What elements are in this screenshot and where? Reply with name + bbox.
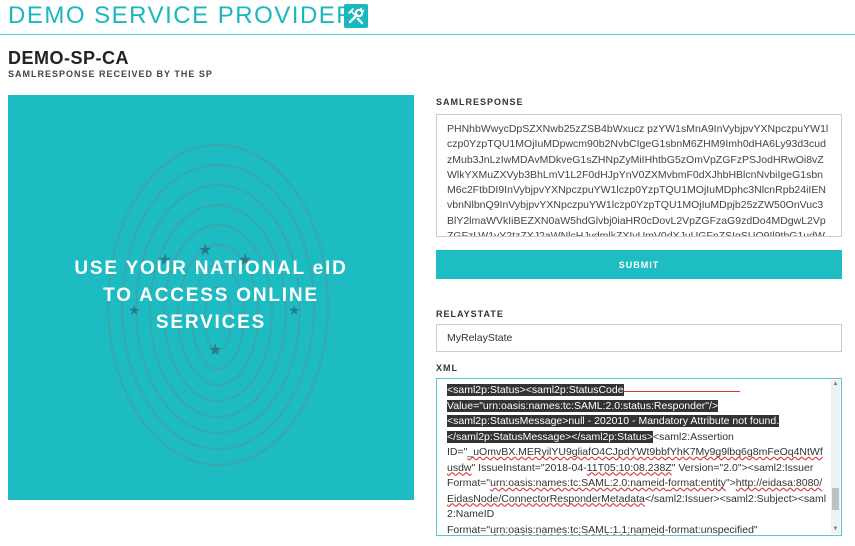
xml-scrollbar[interactable]: ▲ ▼ <box>831 380 840 534</box>
scroll-up-icon[interactable]: ▲ <box>831 380 840 389</box>
xml-selected-line-2: Value="urn:oasis:names:tc:SAML:2.0:statu… <box>447 399 719 412</box>
xml-format-value: urn:oasis:names:tc:SAML:2.0:nameid- <box>490 477 669 489</box>
samlresponse-value: PHNhbWwycDpSZXNwb25zZSB4bWxucz pzYW1sMnA… <box>447 123 829 237</box>
xml-label: XML <box>436 363 458 373</box>
xml-textarea[interactable]: <saml2p:Status><saml2p:StatusCode Value=… <box>436 378 842 536</box>
xml-selected-line-3: <saml2p:StatusMessage>null - 202010 - Ma… <box>447 415 780 427</box>
relaystate-value: MyRelayState <box>447 332 513 344</box>
scroll-down-icon[interactable]: ▼ <box>831 525 840 534</box>
xml-selected-line-1: <saml2p:Status><saml2p:StatusCode <box>447 384 624 396</box>
submit-button[interactable]: SUBMIT <box>436 250 842 279</box>
tools-icon[interactable] <box>344 4 368 28</box>
xml-selected-line-4: </saml2p:StatusMessage></saml2p:Status> <box>447 430 654 443</box>
xml-version-issuer: " Version="2.0"><saml2:Issuer <box>671 461 814 474</box>
xml-content: <saml2p:Status><saml2p:StatusCode Value=… <box>437 379 841 536</box>
xml-issue-instant-attr: " IssueInstant="2018-04- <box>471 461 587 474</box>
xml-format-attr-2: Format=" <box>447 523 491 536</box>
xml-format-tail-2: -format:unspecified" <box>664 523 758 536</box>
scroll-thumb[interactable] <box>832 488 839 510</box>
xml-id-attr: ID=" <box>447 446 468 458</box>
hero-banner: ★ ★ ★ ★ ★ ★ USE YOUR NATIONAL eID TO ACC… <box>8 95 414 500</box>
samlresponse-label: SAMLRESPONSE <box>436 97 524 107</box>
xml-assertion-tag: <saml2:Assertion <box>653 430 734 443</box>
header-bar: DEMO SERVICE PROVIDER <box>0 0 855 35</box>
xml-issue-instant-value: 11T05:10:08.238Z <box>586 461 672 474</box>
page-title: DEMO-SP-CA <box>8 48 129 68</box>
svg-text:★: ★ <box>208 342 222 359</box>
xml-format-value-2: urn:oasis:names:tc:SAML:1.1:nameid <box>490 523 665 536</box>
hero-text: USE YOUR NATIONAL eID TO ACCESS ONLINE S… <box>74 258 348 333</box>
xml-format-close: "> <box>725 477 736 489</box>
brand-title[interactable]: DEMO SERVICE PROVIDER <box>8 2 355 30</box>
xml-format-attr: Format=" <box>447 477 491 489</box>
relaystate-input[interactable]: MyRelayState <box>436 324 842 352</box>
page-subtitle: SAMLRESPONSE RECEIVED BY THE SP <box>8 69 213 79</box>
relaystate-label: RELAYSTATE <box>436 309 504 319</box>
xml-format-entity: format:entity <box>668 477 726 489</box>
samlresponse-textarea[interactable]: PHNhbWwycDpSZXNwb25zZSB4bWxucz pzYW1sMnA… <box>436 114 842 237</box>
